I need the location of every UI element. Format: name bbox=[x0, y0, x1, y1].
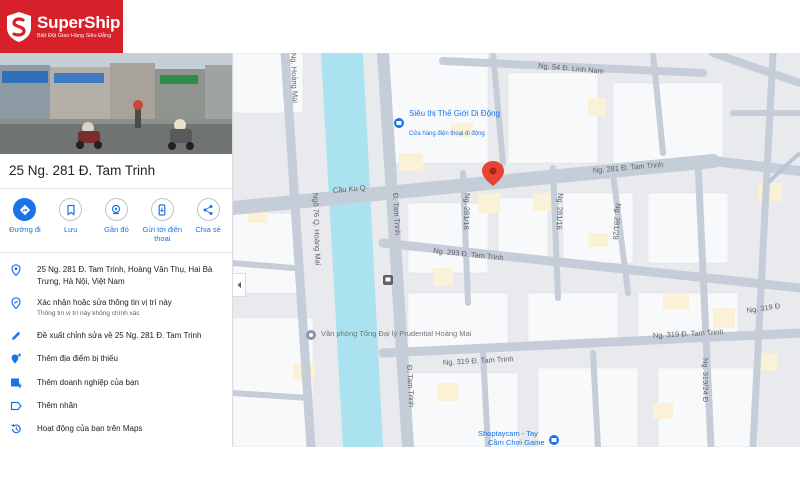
brand-tagline: Biệt Đội Giao Hàng Siêu Đẳng bbox=[37, 32, 112, 39]
address-row[interactable]: 25 Ng. 281 Đ. Tam Trinh, Hoàng Văn Thụ, … bbox=[0, 264, 232, 288]
share-icon bbox=[196, 198, 220, 221]
supership-shield-icon bbox=[6, 11, 32, 43]
verify-location-subtitle: Thông tin vị trí này không chính xác bbox=[37, 310, 140, 317]
poi-label-sieu-thi: Siêu thị Thế Giới Di Động bbox=[409, 109, 500, 118]
add-business-text: Thêm doanh nghiệp của bạn bbox=[37, 378, 139, 387]
action-bar: Đường đi Lưu Gần đó Gửi tới điện thoại C… bbox=[0, 198, 232, 243]
send-to-phone-icon bbox=[150, 198, 174, 221]
street-label-hoang-mai: Ng. Hoàng Mai bbox=[289, 53, 300, 103]
poi-sublabel-sieu-thi: Cửa hàng điện thoại di động bbox=[409, 130, 485, 137]
add-label-row[interactable]: Thêm nhãn bbox=[0, 400, 232, 412]
add-missing-place-text: Thêm địa điểm bị thiếu bbox=[37, 354, 118, 363]
maps-activity-row[interactable]: Hoạt động của bạn trên Maps bbox=[0, 423, 232, 435]
street-label-ng281-16: Ng. 281/16 bbox=[555, 193, 565, 230]
nearby-label: Gần đó bbox=[104, 225, 129, 234]
street-label-ng281-16b: Ng. 281/16 bbox=[462, 193, 472, 230]
directions-button[interactable]: Đường đi bbox=[4, 198, 46, 243]
send-to-phone-label: Gửi tới điện thoại bbox=[142, 225, 183, 243]
maps-activity-text: Hoạt động của bạn trên Maps bbox=[37, 424, 143, 433]
screenshot-frame: SuperShip Biệt Đội Giao Hàng Siêu Đẳng 2… bbox=[0, 0, 800, 500]
directions-label: Đường đi bbox=[9, 225, 41, 234]
supership-logo: SuperShip Biệt Đội Giao Hàng Siêu Đẳng bbox=[0, 0, 123, 53]
poi-label-shoptay-2: Cầm Chơi Game bbox=[488, 438, 545, 447]
divider bbox=[0, 188, 232, 189]
place-title: 25 Ng. 281 Đ. Tam Trinh bbox=[9, 163, 156, 178]
address-text: 25 Ng. 281 Đ. Tam Trinh, Hoàng Văn Thụ, … bbox=[37, 265, 213, 286]
location-check-icon bbox=[11, 297, 21, 309]
nearby-icon bbox=[104, 198, 128, 221]
suggest-edit-row[interactable]: Đề xuất chỉnh sửa về 25 Ng. 281 Đ. Tam T… bbox=[0, 330, 232, 342]
shoptay-marker[interactable] bbox=[549, 435, 559, 445]
history-icon bbox=[11, 423, 21, 434]
label-icon bbox=[10, 401, 22, 411]
add-missing-place-row[interactable]: Thêm địa điểm bị thiếu bbox=[0, 353, 232, 365]
verify-location-title: Xác nhận hoặc sửa thông tin vị trí này bbox=[37, 298, 172, 307]
suggest-edit-text: Đề xuất chỉnh sửa về 25 Ng. 281 Đ. Tam T… bbox=[37, 331, 202, 340]
share-button[interactable]: Chia sẻ bbox=[187, 198, 229, 243]
save-button[interactable]: Lưu bbox=[50, 198, 92, 243]
save-label: Lưu bbox=[64, 225, 78, 234]
poi-label-van-phong: Văn phòng Tổng Đại lý Prudential Hoàng M… bbox=[321, 329, 472, 338]
map-canvas[interactable]: Ng. 54 Đ. Linh Nam Ng. Hoàng Mai Ngõ 76 … bbox=[233, 53, 800, 447]
street-label-ng319-24: Ng. 319/24 Đ bbox=[701, 358, 710, 403]
pencil-icon bbox=[12, 331, 21, 340]
place-panel: 25 Ng. 281 Đ. Tam Trinh Đường đi Lưu Gần… bbox=[0, 53, 233, 447]
van-phong-marker[interactable] bbox=[306, 330, 316, 340]
bus-stop-marker[interactable] bbox=[383, 275, 393, 285]
storefront-add-icon bbox=[11, 378, 22, 388]
add-place-icon bbox=[11, 353, 21, 364]
add-label-text: Thêm nhãn bbox=[37, 401, 78, 410]
location-pin-icon bbox=[11, 264, 21, 276]
nearby-button[interactable]: Gần đó bbox=[95, 198, 137, 243]
collapse-panel-button[interactable] bbox=[233, 273, 246, 297]
directions-icon bbox=[13, 198, 37, 221]
street-view-photo[interactable] bbox=[0, 53, 232, 154]
map-svg: Ng. 54 Đ. Linh Nam Ng. Hoàng Mai Ngõ 76 … bbox=[233, 53, 800, 447]
divider bbox=[0, 252, 232, 253]
brand-name: SuperShip bbox=[37, 12, 121, 32]
chevron-left-icon bbox=[237, 281, 241, 289]
verify-location-row[interactable]: Xác nhận hoặc sửa thông tin vị trí này T… bbox=[0, 297, 232, 318]
poi-label-shoptay-1: Shoptaycam - Tay bbox=[478, 429, 538, 438]
bookmark-icon bbox=[59, 198, 83, 221]
share-label: Chia sẻ bbox=[195, 225, 221, 234]
add-business-row[interactable]: Thêm doanh nghiệp của bạn bbox=[0, 377, 232, 389]
send-to-phone-button[interactable]: Gửi tới điện thoại bbox=[141, 198, 183, 243]
sieu-thi-marker[interactable] bbox=[394, 118, 404, 128]
